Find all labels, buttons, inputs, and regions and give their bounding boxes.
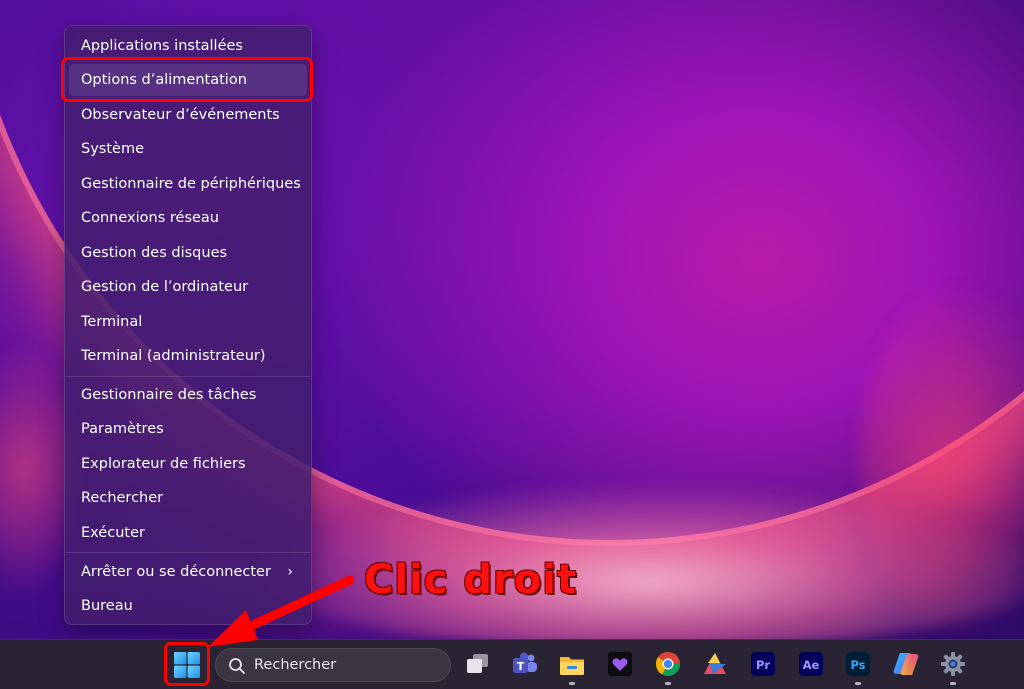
running-indicator	[569, 682, 575, 685]
chevron-right-icon: ›	[287, 564, 293, 580]
highlight-box-power-options	[61, 57, 313, 102]
menu-item-label: Terminal	[81, 314, 143, 330]
menu-item-label: Exécuter	[81, 525, 145, 541]
taskbar-search-box[interactable]: Rechercher	[215, 648, 451, 682]
menu-item-label: Bureau	[81, 598, 133, 614]
settings-gear-icon[interactable]	[939, 650, 967, 678]
menu-item-desktop[interactable]: Bureau	[69, 590, 307, 622]
menu-item-label: Terminal (administrateur)	[81, 348, 266, 364]
menu-separator	[65, 552, 311, 553]
svg-text:T: T	[517, 660, 525, 673]
menu-item-label: Explorateur de fichiers	[81, 456, 246, 472]
running-indicator	[665, 682, 671, 685]
affinity-icon[interactable]	[701, 650, 729, 678]
menu-item-settings[interactable]: Paramètres	[69, 413, 307, 445]
search-icon	[229, 658, 245, 674]
annotation-text: Clic droit	[364, 557, 578, 603]
premiere-pro-icon[interactable]: Pr	[749, 650, 777, 678]
chrome-icon[interactable]	[654, 650, 682, 678]
menu-item-label: Système	[81, 141, 144, 157]
menu-item-search[interactable]: Rechercher	[69, 482, 307, 514]
menu-item-disk-management[interactable]: Gestion des disques	[69, 237, 307, 269]
menu-item-event-viewer[interactable]: Observateur d’événements	[69, 99, 307, 131]
task-view-icon[interactable]	[464, 650, 492, 678]
svg-text:Pr: Pr	[756, 658, 770, 672]
running-indicator	[855, 682, 861, 685]
copilot-icon[interactable]	[892, 650, 920, 678]
photoshop-icon[interactable]: Ps	[844, 650, 872, 678]
menu-item-label: Gestion de l’ordinateur	[81, 279, 249, 295]
menu-item-label: Arrêter ou se déconnecter	[81, 564, 271, 580]
menu-item-label: Rechercher	[81, 490, 164, 506]
start-context-menu: Applications installées Options d’alimen…	[64, 25, 312, 625]
svg-text:Ae: Ae	[803, 658, 820, 672]
desktop: Applications installées Options d’alimen…	[0, 0, 1024, 689]
teams-icon[interactable]: T	[511, 650, 539, 678]
menu-item-label: Connexions réseau	[81, 210, 219, 226]
menu-item-run[interactable]: Exécuter	[69, 517, 307, 549]
menu-item-network-connections[interactable]: Connexions réseau	[69, 202, 307, 234]
menu-item-terminal[interactable]: Terminal	[69, 306, 307, 338]
after-effects-icon[interactable]: Ae	[797, 650, 825, 678]
menu-item-terminal-admin[interactable]: Terminal (administrateur)	[69, 340, 307, 372]
menu-item-system[interactable]: Système	[69, 133, 307, 165]
menu-item-device-manager[interactable]: Gestionnaire de périphériques	[69, 168, 307, 200]
menu-item-label: Paramètres	[81, 421, 164, 437]
highlight-box-start-button	[164, 642, 210, 686]
menu-item-file-explorer[interactable]: Explorateur de fichiers	[69, 448, 307, 480]
menu-item-label: Gestion des disques	[81, 245, 228, 261]
menu-item-computer-management[interactable]: Gestion de l’ordinateur	[69, 271, 307, 303]
menu-separator	[65, 376, 311, 377]
menu-item-label: Observateur d’événements	[81, 107, 280, 123]
svg-text:Ps: Ps	[850, 658, 865, 672]
search-label: Rechercher	[254, 657, 337, 673]
menu-item-shutdown-signout[interactable]: Arrêter ou se déconnecter ›	[69, 556, 307, 588]
menu-item-label: Gestionnaire des tâches	[81, 387, 257, 403]
menu-item-task-manager[interactable]: Gestionnaire des tâches	[69, 379, 307, 411]
menu-item-label: Gestionnaire de périphériques	[81, 176, 301, 192]
heart-app-icon[interactable]	[606, 650, 634, 678]
file-explorer-icon[interactable]	[558, 650, 586, 678]
menu-item-label: Applications installées	[81, 38, 243, 54]
running-indicator	[950, 682, 956, 685]
